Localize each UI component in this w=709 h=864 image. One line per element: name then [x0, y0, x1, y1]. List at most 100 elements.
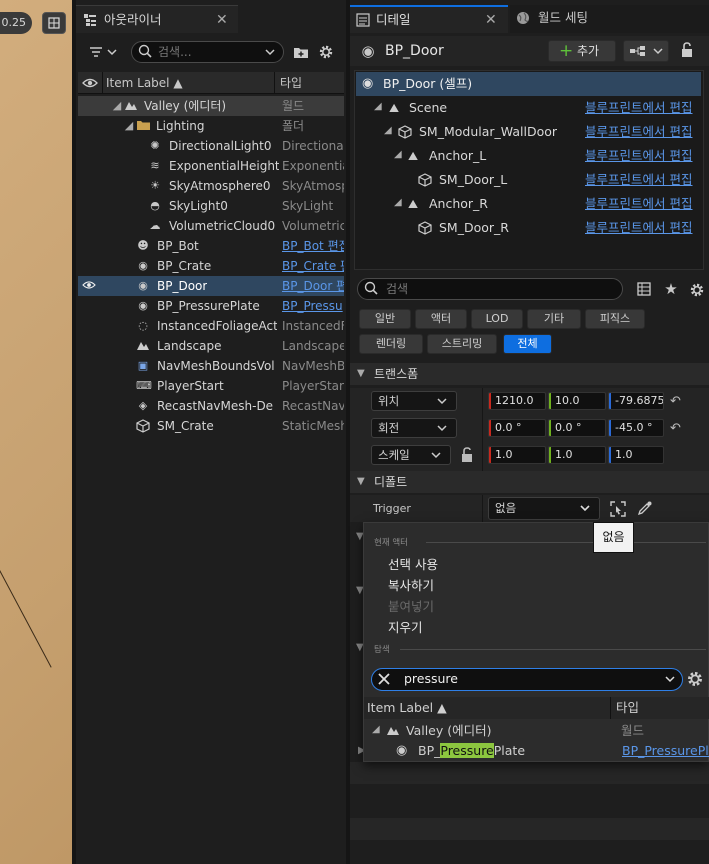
row-type-link[interactable]: BP_Door 편	[282, 276, 344, 296]
location-x-input[interactable]: 1210.0	[488, 392, 546, 410]
expand-arrow-icon[interactable]: ◢	[110, 99, 124, 113]
blueprint-options-button[interactable]	[623, 40, 669, 62]
row-type-link[interactable]: BP_Crate 편	[282, 256, 344, 276]
category-rendering[interactable]: 렌더링	[359, 334, 423, 354]
rotation-y-input[interactable]: 0.0 °	[548, 419, 606, 437]
expand-arrow-icon[interactable]: ◢	[394, 149, 402, 160]
actor-search-input[interactable]: pressure	[371, 668, 683, 691]
level-viewport[interactable]: 0.25	[0, 0, 72, 864]
category-streaming[interactable]: 스트리밍	[427, 334, 497, 354]
outliner-row-directionallight[interactable]: ✺ DirectionalLight0 Directional	[78, 136, 344, 156]
outliner-row-valley[interactable]: ◢ Valley (에디터) 월드	[78, 96, 344, 116]
table-view-icon[interactable]	[636, 281, 652, 297]
select-actor-icon[interactable]	[609, 500, 627, 521]
outliner-row-volumetriccloud[interactable]: ☁ VolumetricCloud0 Volumetric	[78, 216, 345, 236]
lock-icon[interactable]	[680, 42, 694, 61]
category-general[interactable]: 일반	[359, 309, 411, 329]
component-row-anchor-l[interactable]: ◢ ⛰ Anchor_L 블루프린트에서 편집	[356, 144, 701, 168]
category-physics[interactable]: 피직스	[585, 309, 645, 329]
clear-x-icon[interactable]	[377, 672, 391, 689]
outliner-row-skyatmosphere[interactable]: ☀ SkyAtmosphere0 SkyAtmosp	[78, 176, 344, 196]
outliner-row-bp-bot[interactable]: ☻ BP_Bot BP_Bot 편집	[78, 236, 344, 256]
outliner-row-exponentialheightfog[interactable]: ≋ ExponentialHeightF Exponentia	[78, 156, 344, 176]
add-component-button[interactable]: + 추가	[548, 40, 616, 62]
filter-icon[interactable]	[86, 42, 120, 62]
outliner-row-landscape[interactable]: Landscape Landscape	[78, 336, 344, 356]
edit-in-blueprint-link[interactable]: 블루프린트에서 편집	[585, 144, 692, 168]
expand-arrow-icon[interactable]: ◢	[374, 101, 382, 112]
outliner-row-sm-crate[interactable]: SM_Crate StaticMesh	[78, 416, 344, 436]
component-row-door-l[interactable]: SM_Door_L 블루프린트에서 편집	[356, 168, 701, 192]
column-item-label[interactable]: Item Label ▲	[106, 72, 183, 94]
details-search-input[interactable]: 검색	[357, 278, 623, 300]
visibility-eye-icon[interactable]	[82, 279, 96, 293]
outliner-tab[interactable]: 아웃라이너 ✕	[76, 5, 238, 33]
outliner-row-skylight[interactable]: ◓ SkyLight0 SkyLight	[78, 196, 344, 216]
settings-gear-icon[interactable]	[686, 670, 704, 691]
outliner-row-lighting[interactable]: ◢ Lighting 폴더	[78, 116, 344, 136]
edit-in-blueprint-link[interactable]: 블루프린트에서 편집	[585, 192, 692, 216]
chevron-down-icon[interactable]	[264, 42, 276, 68]
details-tab[interactable]: 디테일 ✕	[350, 5, 508, 33]
edit-in-blueprint-link[interactable]: 블루프린트에서 편집	[585, 216, 692, 240]
transform-section-header[interactable]: ▼ 트랜스폼	[350, 363, 709, 385]
location-z-input[interactable]: -79.6875	[608, 392, 664, 410]
scale-z-input[interactable]: 1.0	[608, 446, 664, 464]
unlock-icon[interactable]	[460, 447, 474, 466]
scale-x-input[interactable]: 1.0	[488, 446, 546, 464]
outliner-row-recastnavmesh[interactable]: ◈ RecastNavMesh-De RecastNav	[78, 396, 344, 416]
settings-gear-icon[interactable]	[688, 281, 706, 299]
expand-arrow-icon[interactable]: ◢	[384, 125, 392, 136]
outliner-row-instancedfoliage[interactable]: ◌ InstancedFoliageAct InstancedF	[78, 316, 344, 336]
settings-gear-icon[interactable]	[316, 42, 336, 62]
eyedropper-icon[interactable]	[637, 500, 653, 519]
menu-item-clear[interactable]: 지우기	[388, 617, 423, 636]
column-item-label[interactable]: Item Label ▲	[367, 697, 447, 719]
reset-arrow-icon[interactable]: ↶	[670, 394, 681, 409]
actor-name[interactable]: BP_Door	[385, 36, 444, 66]
expand-arrow-icon[interactable]: ◢	[394, 197, 402, 208]
rotation-z-input[interactable]: -45.0 °	[608, 419, 664, 437]
location-mode-dropdown[interactable]: 위치	[371, 391, 457, 411]
close-icon[interactable]: ✕	[485, 7, 497, 33]
component-row-anchor-r[interactable]: ◢ ⛰ Anchor_R 블루프린트에서 편집	[356, 192, 701, 216]
expand-arrow-icon[interactable]: ◢	[372, 724, 380, 735]
add-folder-icon[interactable]	[292, 42, 310, 62]
world-settings-tab[interactable]: 월드 세팅	[510, 5, 709, 33]
outliner-row-bp-door[interactable]: ◉ BP_Door BP_Door 편	[78, 276, 344, 296]
category-all[interactable]: 전체	[503, 334, 552, 354]
grid-toggle-icon[interactable]	[42, 12, 66, 34]
component-row-wall-door[interactable]: ◢ SM_Modular_WallDoor 블루프린트에서 편집	[356, 120, 701, 144]
close-icon[interactable]: ✕	[216, 6, 228, 34]
category-misc[interactable]: 기타	[527, 309, 581, 329]
outliner-row-playerstart[interactable]: ⌨ PlayerStart PlayerStart	[78, 376, 344, 396]
visibility-eye-icon[interactable]	[82, 76, 98, 93]
expand-arrow-icon[interactable]: ◢	[122, 119, 136, 133]
outliner-row-bp-crate[interactable]: ◉ BP_Crate BP_Crate 편	[78, 256, 344, 276]
outliner-row-bp-pressureplate[interactable]: ◉ BP_PressurePlate BP_Pressu	[78, 296, 344, 316]
scale-mode-dropdown[interactable]: 스케일	[371, 445, 451, 465]
edit-in-blueprint-link[interactable]: 블루프린트에서 편집	[585, 96, 692, 120]
edit-in-blueprint-link[interactable]: 블루프린트에서 편집	[585, 120, 692, 144]
zoom-readout[interactable]: 0.25	[0, 12, 32, 34]
location-y-input[interactable]: 10.0	[548, 392, 606, 410]
edit-in-blueprint-link[interactable]: 블루프린트에서 편집	[585, 168, 692, 192]
rotation-mode-dropdown[interactable]: 회전	[371, 418, 457, 438]
component-row-scene[interactable]: ◢ ⛰ Scene 블루프린트에서 편집	[356, 96, 701, 120]
category-actor[interactable]: 액터	[415, 309, 467, 329]
column-type[interactable]: 타입	[280, 72, 302, 94]
outliner-row-navmeshbounds[interactable]: ▣ NavMeshBoundsVol NavMeshB	[78, 356, 344, 376]
chevron-down-icon[interactable]	[664, 669, 676, 692]
picker-row-world[interactable]: ◢ Valley (에디터) 월드	[364, 720, 709, 742]
favorite-star-icon[interactable]: ★	[662, 280, 680, 298]
picker-row-pressureplate[interactable]: ◉ BP_PressurePlate BP_PressurePlate	[364, 740, 709, 762]
rotation-x-input[interactable]: 0.0 °	[488, 419, 546, 437]
menu-item-copy[interactable]: 복사하기	[388, 575, 434, 594]
default-section-header[interactable]: ▼ 디폴트	[350, 471, 709, 493]
menu-item-use-selected[interactable]: 선택 사용	[388, 554, 438, 573]
result-type-link[interactable]: BP_PressurePlate	[622, 740, 709, 762]
row-type-link[interactable]: BP_Bot 편집	[282, 236, 344, 256]
column-type[interactable]: 타입	[616, 697, 639, 719]
outliner-search-input[interactable]: 검색...	[131, 41, 284, 63]
reset-arrow-icon[interactable]: ↶	[670, 421, 681, 436]
